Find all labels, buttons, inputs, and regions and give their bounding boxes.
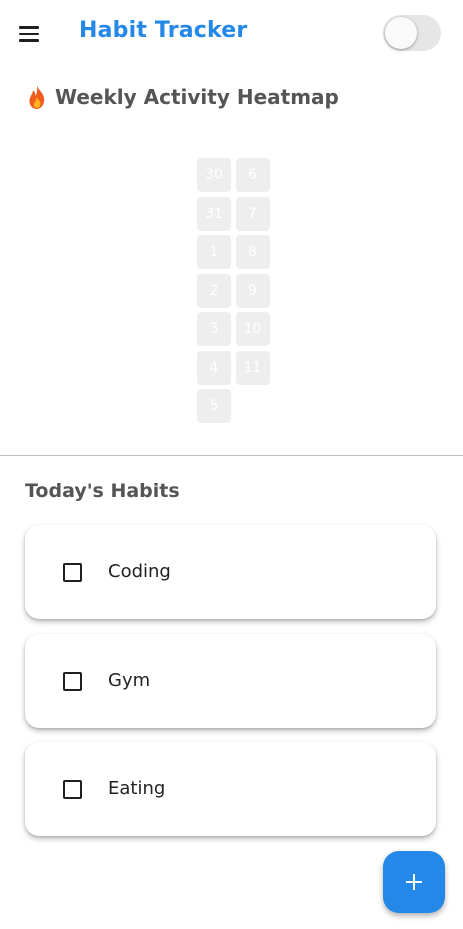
habits-title: Today's Habits	[25, 480, 180, 502]
heatmap-cell[interactable]: 11	[235, 350, 270, 385]
heatmap-title-text: Weekly Activity Heatmap	[55, 85, 339, 109]
plus-icon	[406, 874, 422, 890]
theme-toggle[interactable]	[383, 15, 441, 51]
habit-checkbox[interactable]	[63, 780, 82, 799]
habit-card-gym[interactable]: Gym	[25, 634, 436, 728]
fire-icon	[29, 85, 45, 109]
menu-icon[interactable]	[14, 22, 44, 46]
heatmap-cell[interactable]: 4	[197, 350, 231, 385]
habit-label: Coding	[108, 561, 171, 582]
heatmap-cell[interactable]: 7	[235, 196, 270, 231]
heatmap-cell[interactable]: 5	[197, 389, 231, 423]
heatmap-cell[interactable]: 30	[197, 158, 231, 192]
heatmap-grid: 30 31 1 2 3 4 5 6 7 8 9 10 11	[197, 158, 270, 423]
heatmap-cell[interactable]: 2	[197, 273, 231, 308]
habit-label: Gym	[108, 670, 151, 691]
heatmap-cell[interactable]: 3	[197, 312, 231, 346]
heatmap-cell[interactable]: 6	[235, 158, 270, 192]
add-habit-button[interactable]	[383, 851, 445, 913]
app-title: Habit Tracker	[79, 18, 248, 43]
habit-checkbox[interactable]	[63, 563, 82, 582]
habit-card-eating[interactable]: Eating	[25, 742, 436, 836]
heatmap-cell[interactable]: 9	[235, 273, 270, 308]
habit-label: Eating	[108, 778, 166, 799]
heatmap-cell[interactable]: 31	[197, 196, 231, 231]
habit-tracker-app: Habit Tracker Weekly Activity Heatmap 30…	[0, 0, 463, 929]
heatmap-title: Weekly Activity Heatmap	[25, 84, 339, 110]
section-divider	[0, 455, 463, 456]
heatmap-cell[interactable]: 1	[197, 235, 231, 269]
toggle-knob	[385, 17, 417, 49]
heatmap-cell[interactable]: 10	[235, 312, 270, 346]
habit-card-coding[interactable]: Coding	[25, 525, 436, 619]
heatmap-cell[interactable]: 8	[235, 235, 270, 269]
habit-checkbox[interactable]	[63, 672, 82, 691]
app-bar: Habit Tracker	[0, 0, 463, 68]
